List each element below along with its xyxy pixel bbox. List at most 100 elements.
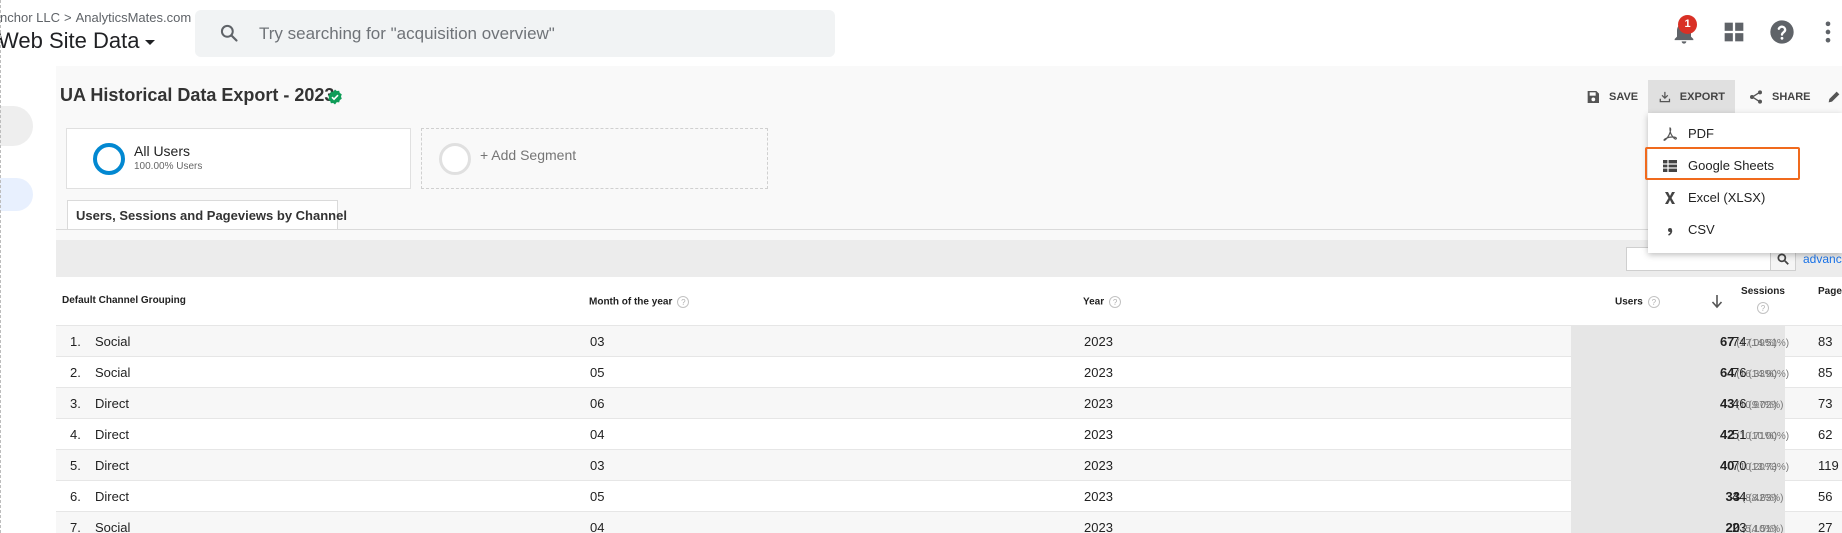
table-row[interactable]: 4. Direct 04 2023 42 (10.71%) 51 (10.00%) …: [56, 418, 1842, 450]
year-cell: 2023: [1084, 489, 1113, 504]
col-header-year[interactable]: Year?: [1083, 296, 1122, 308]
sort-descending-icon[interactable]: [1710, 293, 1724, 309]
add-segment-label: + Add Segment: [480, 147, 577, 163]
table-row[interactable]: 1. Social 03 2023 67 (17.09%) 74 (14.51%) …: [56, 325, 1842, 357]
help-question-icon[interactable]: ?: [677, 296, 690, 308]
share-label: SHARE: [1772, 91, 1811, 103]
col-header-users[interactable]: Users?: [1615, 296, 1660, 308]
nav-rail-item[interactable]: [0, 106, 33, 146]
month-cell: 06: [590, 396, 605, 411]
table-row[interactable]: 6. Direct 05 2023 33 (8.42%) 44 (8.63%) 56: [56, 480, 1842, 512]
search-input[interactable]: [257, 18, 817, 49]
month-cell: 04: [590, 427, 605, 442]
view-name: Web Site Data: [0, 28, 140, 53]
notification-badge: 1: [1678, 15, 1697, 34]
col-header-label: Month of the year: [589, 296, 673, 308]
csv-icon: [1668, 228, 1673, 236]
col-header-sessions[interactable]: Sessions?: [1740, 286, 1786, 314]
month-cell: 03: [590, 334, 605, 349]
sessions-value: 44: [1732, 489, 1747, 504]
channel-cell[interactable]: Social: [95, 520, 130, 533]
search-icon: [220, 24, 238, 42]
year-cell: 2023: [1084, 458, 1113, 473]
save-label: SAVE: [1609, 91, 1639, 103]
col-header-channel[interactable]: Default Channel Grouping: [62, 295, 186, 306]
save-button[interactable]: SAVE: [1575, 80, 1648, 114]
add-segment-button[interactable]: + Add Segment: [421, 128, 768, 189]
channel-cell[interactable]: Direct: [95, 396, 129, 411]
channel-cell[interactable]: Direct: [95, 458, 129, 473]
pageviews-cell: 85: [1818, 365, 1833, 380]
sessions-cell: 74 (14.51%): [1732, 334, 1789, 349]
col-header-pageviews[interactable]: Page: [1818, 286, 1842, 297]
sessions-cell: 70 (13.73%): [1732, 458, 1789, 473]
export-menu-item-csv[interactable]: CSV: [1648, 214, 1842, 246]
breadcrumb[interactable]: nchor LLC > AnalyticsMates.com: [0, 10, 191, 25]
excel-icon: [1665, 192, 1675, 204]
sessions-percent: (10.00%): [1748, 431, 1790, 442]
help-icon[interactable]: [1768, 18, 1796, 46]
channel-cell[interactable]: Direct: [95, 427, 129, 442]
sessions-cell: 23 (4.51%): [1732, 520, 1783, 533]
table-row[interactable]: 7. Social 04 2023 20 (5.10%) 23 (4.51%) 27: [56, 511, 1842, 533]
sessions-cell: 76 (14.90%): [1732, 365, 1789, 380]
col-header-label: Users: [1615, 296, 1643, 308]
table-row[interactable]: 2. Social 05 2023 64 (16.33%) 76 (14.90%) …: [56, 356, 1842, 388]
row-number: 4.: [70, 427, 81, 442]
segment-all-users[interactable]: All Users 100.00% Users: [66, 128, 411, 189]
nav-rail-item-active[interactable]: [0, 178, 33, 211]
pageviews-cell: 56: [1818, 489, 1833, 504]
share-icon: [1750, 90, 1762, 104]
share-button[interactable]: SHARE: [1738, 80, 1821, 114]
channel-cell[interactable]: Direct: [95, 489, 129, 504]
channel-cell[interactable]: Social: [95, 365, 130, 380]
sessions-cell: 44 (8.63%): [1732, 489, 1783, 504]
apps-grid-icon[interactable]: [1720, 18, 1748, 46]
export-button[interactable]: EXPORT: [1648, 80, 1735, 114]
verified-shield-icon: [328, 89, 342, 105]
app-header: nchor LLC > AnalyticsMates.com Web Site Da…: [0, 0, 1842, 66]
menu-item-label: CSV: [1688, 222, 1715, 237]
breadcrumb-separator: >: [63, 10, 72, 25]
table-row[interactable]: 3. Direct 06 2023 43 (10.97%) 46 (9.02%) 7…: [56, 387, 1842, 419]
edit-icon[interactable]: [1826, 89, 1842, 105]
advanced-filter-link[interactable]: advanc: [1803, 252, 1842, 266]
table-row[interactable]: 5. Direct 03 2023 40 (10.20%) 70 (13.73%) …: [56, 449, 1842, 481]
year-cell: 2023: [1084, 334, 1113, 349]
search-icon: [1777, 253, 1789, 265]
help-question-icon[interactable]: ?: [1647, 296, 1660, 308]
row-number: 5.: [70, 458, 81, 473]
row-number: 6.: [70, 489, 81, 504]
col-header-label: Year: [1083, 296, 1105, 308]
month-cell: 03: [590, 458, 605, 473]
sessions-cell: 51 (10.00%): [1732, 427, 1789, 442]
export-menu-item-pdf[interactable]: PDF: [1648, 118, 1842, 150]
year-cell: 2023: [1084, 365, 1113, 380]
pageviews-cell: 83: [1818, 334, 1833, 349]
channel-cell[interactable]: Social: [95, 334, 130, 349]
table-filter-bar: [56, 240, 1842, 277]
more-vert-icon[interactable]: [1814, 18, 1842, 46]
sessions-percent: (13.73%): [1748, 462, 1790, 473]
google-sheets-highlight: [1645, 147, 1800, 180]
sessions-percent: (4.51%): [1748, 524, 1784, 533]
breadcrumb-account[interactable]: nchor LLC: [0, 10, 60, 25]
view-selector[interactable]: Web Site Data: [0, 28, 156, 54]
year-cell: 2023: [1084, 520, 1113, 533]
help-question-icon[interactable]: ?: [1757, 302, 1769, 314]
search-bar[interactable]: [195, 10, 835, 57]
sessions-value: 76: [1732, 365, 1747, 380]
help-question-icon[interactable]: ?: [1109, 296, 1122, 308]
sessions-value: 70: [1732, 458, 1747, 473]
month-cell: 04: [590, 520, 605, 533]
export-menu-item-excel[interactable]: Excel (XLSX): [1648, 182, 1842, 214]
segment-name: All Users: [134, 143, 191, 159]
col-header-month[interactable]: Month of the year?: [589, 296, 690, 308]
breadcrumb-property[interactable]: AnalyticsMates.com: [76, 10, 192, 25]
row-number: 2.: [70, 365, 81, 380]
sessions-value: 51: [1732, 427, 1747, 442]
tab-users-sessions-pageviews[interactable]: Users, Sessions and Pageviews by Channel: [67, 200, 347, 230]
col-header-label: Page: [1818, 286, 1842, 297]
pageviews-cell: 73: [1818, 396, 1833, 411]
caret-down-icon: [145, 39, 156, 45]
